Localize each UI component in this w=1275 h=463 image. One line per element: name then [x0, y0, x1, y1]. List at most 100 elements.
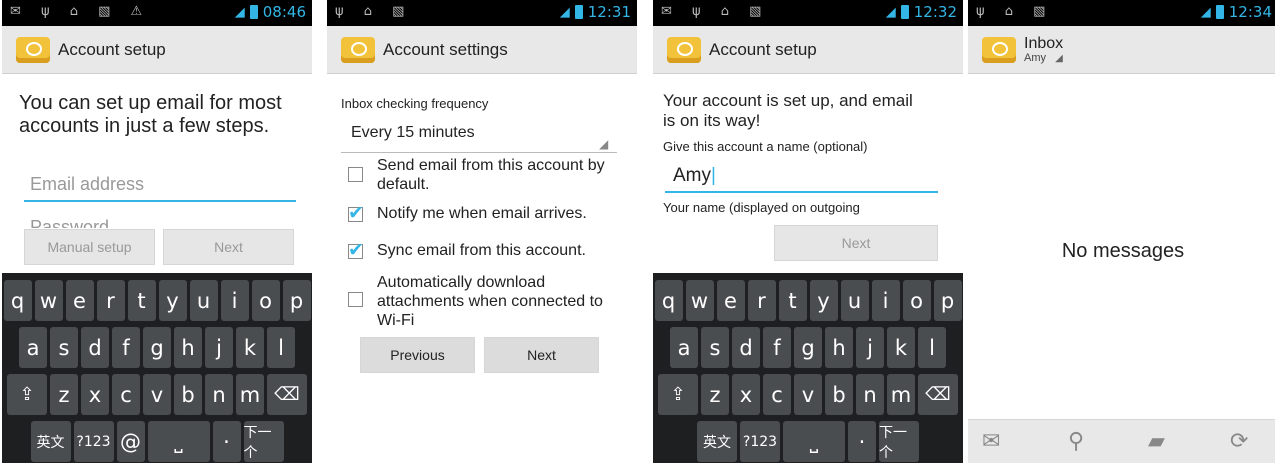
key-2[interactable]: e [716, 280, 745, 321]
key-4[interactable]: 下一个 [879, 421, 919, 462]
key-1[interactable]: s [701, 327, 729, 368]
key-2[interactable]: x [732, 374, 760, 415]
email-app-icon [982, 36, 1016, 63]
key-9[interactable]: p [933, 280, 962, 321]
key-6[interactable]: u [840, 280, 869, 321]
battery-icon [574, 5, 583, 19]
next-button[interactable]: Next [163, 229, 294, 265]
notification-icons: ✉ ψ ⌂ ▧ ⚠ [10, 4, 151, 19]
key-3[interactable]: f [112, 327, 140, 368]
key-2[interactable]: e [65, 280, 94, 321]
previous-button[interactable]: Previous [360, 337, 475, 373]
key-2[interactable]: d [732, 327, 760, 368]
key-6[interactable]: n [856, 374, 884, 415]
key-5[interactable]: y [809, 280, 838, 321]
key-8[interactable]: o [902, 280, 931, 321]
key-4[interactable]: g [794, 327, 822, 368]
key-8[interactable]: ⌫ [267, 374, 307, 415]
key-1[interactable]: z [701, 374, 729, 415]
key-6[interactable]: j [205, 327, 233, 368]
key-6[interactable]: j [856, 327, 884, 368]
key-8[interactable]: l [918, 327, 946, 368]
key-3[interactable]: c [763, 374, 791, 415]
notify-label: Notify me when email arrives. [377, 205, 587, 222]
key-2[interactable]: @ [116, 421, 145, 462]
next-button[interactable]: Next [774, 225, 938, 261]
refresh-icon[interactable]: ⟳ [1230, 428, 1248, 454]
key-2[interactable]: d [81, 327, 109, 368]
key-3[interactable]: r [747, 280, 776, 321]
key-1[interactable]: s [50, 327, 78, 368]
email-field[interactable]: Email address [30, 174, 144, 195]
key-8[interactable]: ⌫ [918, 374, 958, 415]
key-0[interactable]: a [19, 327, 47, 368]
key-5[interactable]: h [825, 327, 853, 368]
key-0[interactable]: ⇪ [7, 374, 47, 415]
key-1[interactable]: ?123 [73, 421, 114, 462]
key-7[interactable]: i [220, 280, 249, 321]
sync-label: Sync email from this account. [377, 242, 586, 259]
key-8[interactable]: o [251, 280, 280, 321]
key-0[interactable]: 英文 [697, 421, 737, 462]
key-3[interactable]: ⎵ [147, 421, 210, 462]
status-bar: ψ ⌂ ▧ ◢ 12:34 [968, 0, 1275, 26]
key-3[interactable]: c [112, 374, 140, 415]
key-7[interactable]: m [236, 374, 264, 415]
key-3[interactable]: r [96, 280, 125, 321]
account-name-label: Give this account a name (optional) [663, 139, 868, 154]
key-4[interactable]: v [143, 374, 171, 415]
key-3[interactable]: · [848, 421, 876, 462]
folder-icon[interactable]: ▰ [1148, 428, 1165, 454]
download-checkbox[interactable] [348, 292, 363, 307]
key-1[interactable]: w [685, 280, 714, 321]
account-spinner[interactable]: Amy ◢ [1024, 52, 1063, 64]
next-button[interactable]: Next [484, 337, 599, 373]
key-5[interactable]: b [174, 374, 202, 415]
key-4[interactable]: t [778, 280, 807, 321]
action-bar[interactable]: Inbox Amy ◢ [968, 26, 1275, 74]
key-0[interactable]: 英文 [30, 421, 71, 462]
key-5[interactable]: h [174, 327, 202, 368]
key-1[interactable]: ?123 [740, 421, 780, 462]
key-4[interactable]: g [143, 327, 171, 368]
frequency-spinner[interactable]: Every 15 minutes [351, 124, 475, 142]
search-icon[interactable]: ⚲ [1068, 428, 1084, 454]
key-7[interactable]: m [887, 374, 915, 415]
status-bar: ✉ ψ ⌂ ▧ ⚠ ◢ 08:46 [2, 0, 312, 26]
key-6[interactable]: n [205, 374, 233, 415]
key-7[interactable]: k [887, 327, 915, 368]
key-0[interactable]: ⇪ [658, 374, 698, 415]
key-5[interactable]: b [825, 374, 853, 415]
key-7[interactable]: i [871, 280, 900, 321]
default-account-checkbox[interactable] [348, 167, 363, 182]
key-3[interactable]: f [763, 327, 791, 368]
key-8[interactable]: l [267, 327, 295, 368]
key-2[interactable]: ⎵ [783, 421, 845, 462]
page-title: Account setup [58, 39, 166, 59]
manual-setup-button[interactable]: Manual setup [24, 229, 155, 265]
key-6[interactable]: u [189, 280, 218, 321]
key-0[interactable]: q [3, 280, 32, 321]
key-9[interactable]: p [282, 280, 311, 321]
frequency-label: Inbox checking frequency [341, 96, 489, 111]
sync-checkbox[interactable] [348, 239, 364, 262]
key-4[interactable]: t [127, 280, 156, 321]
key-7[interactable]: k [236, 327, 264, 368]
email-app-icon [16, 36, 50, 63]
password-field[interactable]: Password [30, 217, 109, 228]
compose-icon[interactable]: ✉ [982, 428, 1000, 454]
email-underline [24, 200, 296, 202]
key-1[interactable]: w [34, 280, 63, 321]
key-0[interactable]: a [670, 327, 698, 368]
account-name-input[interactable]: Amy| [673, 165, 716, 187]
key-5[interactable]: 下一个 [243, 421, 284, 462]
key-1[interactable]: z [50, 374, 78, 415]
action-bar: Account settings [327, 26, 637, 74]
key-5[interactable]: y [158, 280, 187, 321]
notify-checkbox[interactable] [348, 202, 364, 225]
key-2[interactable]: x [81, 374, 109, 415]
key-0[interactable]: q [654, 280, 683, 321]
key-4[interactable]: · [212, 421, 241, 462]
clock: 12:32 [913, 3, 957, 21]
key-4[interactable]: v [794, 374, 822, 415]
